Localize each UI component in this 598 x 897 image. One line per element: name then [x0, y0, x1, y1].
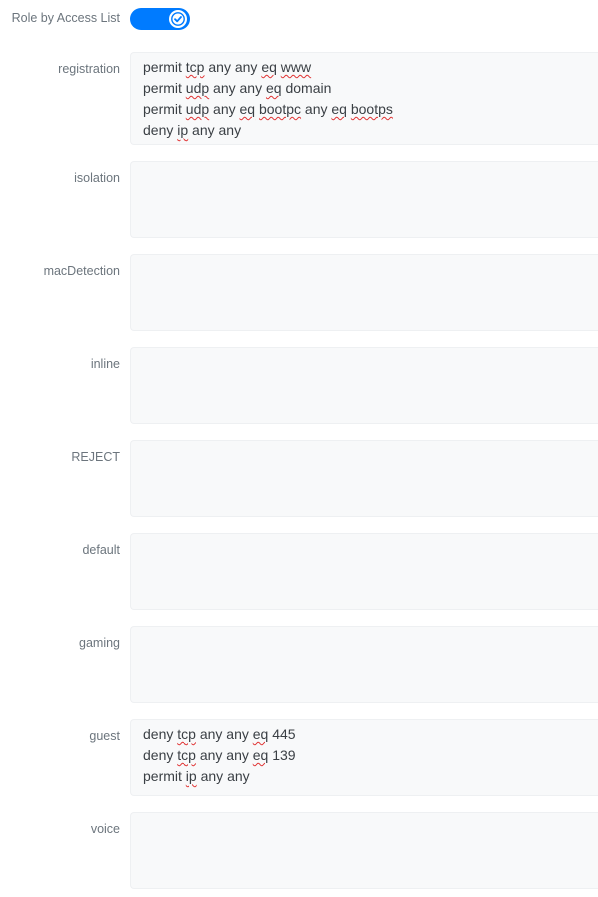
role-row-guest: guest deny tcp any any eq 445 deny tcp any… [0, 719, 598, 796]
acl-textarea[interactable]: permit tcp any any eq www permit udp any … [130, 52, 598, 145]
role-by-access-list-row: Role by Access List [0, 0, 598, 36]
role-label: registration [58, 62, 120, 76]
acl-line: deny ip any any [143, 122, 242, 138]
acl-textarea[interactable] [130, 347, 598, 424]
role-label: inline [90, 357, 120, 371]
role-label: gaming [79, 636, 120, 650]
role-row-default: default [0, 533, 598, 610]
role-row-reject: REJECT [0, 440, 598, 517]
role-row-voice: voice [0, 812, 598, 889]
role-row-registration: registration permit tcp any any eq www per… [0, 52, 598, 145]
acl-line: deny tcp any any eq 445 [143, 726, 296, 742]
acl-textarea[interactable] [130, 626, 598, 703]
toggle-knob [169, 10, 187, 28]
role-label: macDetection [43, 264, 120, 278]
check-icon [171, 12, 185, 26]
acl-textarea[interactable] [130, 254, 598, 331]
role-row-inline: inline [0, 347, 598, 424]
role-row-isolation: isolation [0, 161, 598, 238]
role-label: REJECT [71, 450, 120, 464]
role-label: default [82, 543, 120, 557]
acl-textarea[interactable]: deny tcp any any eq 445 deny tcp any any … [130, 719, 598, 796]
acl-line: permit udp any eq bootpc any eq bootps [143, 101, 393, 117]
acl-textarea[interactable] [130, 812, 598, 889]
acl-line: permit tcp any any eq www [143, 59, 312, 75]
acl-textarea[interactable] [130, 533, 598, 610]
role-label: voice [90, 822, 120, 836]
role-label: guest [89, 729, 120, 743]
role-row-gaming: gaming [0, 626, 598, 703]
role-by-access-list-toggle[interactable] [130, 8, 190, 30]
role-label: isolation [74, 171, 120, 185]
role-by-access-list-label: Role by Access List [11, 11, 120, 25]
acl-textarea[interactable] [130, 161, 598, 238]
acl-line: permit ip any any [143, 768, 250, 784]
acl-line: deny tcp any any eq 139 [143, 747, 296, 763]
acl-line: permit udp any any eq domain [143, 80, 332, 96]
acl-textarea[interactable] [130, 440, 598, 517]
role-row-macdetection: macDetection [0, 254, 598, 331]
